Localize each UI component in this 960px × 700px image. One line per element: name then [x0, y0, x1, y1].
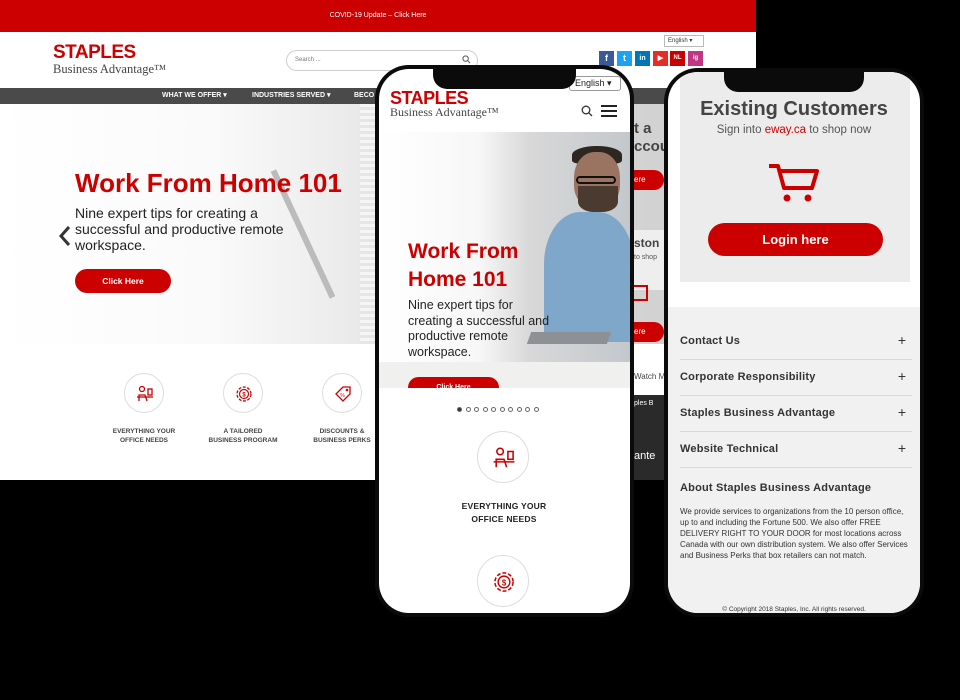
hero-click-here-button[interactable]: Click Here [408, 377, 499, 388]
discount-tag-icon[interactable]: % [322, 373, 362, 413]
covid-banner-link[interactable]: COVID-19 Update – Click Here [0, 0, 756, 32]
mobile-screen: English ▾ STAPLES Business Advantage™ Wo… [379, 69, 630, 613]
accordion-corporate-responsibility[interactable]: Corporate Responsibility + [680, 360, 912, 396]
carousel-dot[interactable] [516, 407, 522, 412]
accordion-label: Contact Us [680, 335, 741, 347]
hero-title: Work From Home 101 [75, 168, 342, 198]
accordion-contact-us[interactable]: Contact Us + [680, 324, 912, 360]
peek-text: t a [634, 120, 652, 137]
mobile-phone-footer: Existing Customers Sign into eway.ca to … [664, 68, 924, 617]
carousel-dot[interactable] [457, 407, 462, 412]
caption-line: OFFICE NEEDS [119, 437, 169, 444]
carousel-prev-icon[interactable] [58, 224, 72, 248]
caption-line: EVERYTHING YOUR [112, 428, 176, 435]
carousel-dot[interactable] [533, 407, 539, 412]
peek-text: ston [634, 236, 660, 250]
language-value: English [575, 78, 605, 88]
carousel-dot[interactable] [491, 407, 496, 412]
about-body: We provide services to organizations fro… [680, 507, 908, 560]
login-here-button[interactable]: Login here [708, 223, 883, 256]
search-placeholder: Search ... [295, 57, 321, 63]
phone-notch [433, 65, 576, 89]
carousel-dot[interactable] [508, 407, 513, 412]
newsletter-icon[interactable]: NL [670, 51, 685, 66]
staples-logo[interactable]: STAPLES [53, 42, 136, 64]
carousel-dot[interactable] [474, 407, 479, 412]
eway-link[interactable]: eway.ca [765, 124, 806, 136]
dollar-gear-icon[interactable]: $ [223, 373, 263, 413]
facebook-icon[interactable]: f [599, 51, 614, 66]
hero-click-here-button[interactable]: Click Here [75, 269, 171, 293]
accordion-label: Website Technical [680, 443, 779, 455]
nav-become[interactable]: BECO [354, 88, 374, 104]
about-heading: About Staples Business Advantage [680, 482, 872, 494]
peek-text: to shop [634, 254, 657, 261]
twitter-icon[interactable]: t [617, 51, 632, 66]
feature-caption-office-needs: EVERYTHING YOUR OFFICE NEEDS [89, 427, 199, 445]
peek-button[interactable]: ere [634, 170, 664, 190]
carousel-dot[interactable] [525, 407, 530, 412]
dollar-gear-icon[interactable]: $ [477, 555, 529, 607]
hero-subtitle: Nine expert tips for creating a successf… [408, 298, 550, 359]
accordion-website-technical[interactable]: Website Technical + [680, 432, 912, 468]
sign-in-prefix: Sign into [716, 124, 765, 136]
search-icon[interactable] [462, 55, 471, 64]
carousel-dots[interactable] [457, 399, 542, 412]
feature-caption-business-program: A TAILORED BUSINESS PROGRAM [188, 427, 298, 445]
language-select[interactable]: English ▾ [569, 76, 621, 91]
plus-icon[interactable]: + [898, 404, 906, 420]
mobile-screen: Existing Customers Sign into eway.ca to … [668, 72, 920, 613]
header: STAPLES Business Advantage™ Search ... E… [0, 32, 756, 88]
plus-icon[interactable]: + [898, 332, 906, 348]
linkedin-icon[interactable]: in [635, 51, 650, 66]
carousel-dot[interactable] [499, 407, 505, 412]
svg-text:$: $ [502, 578, 507, 587]
accordion-label: Staples Business Advantage [680, 407, 836, 419]
business-advantage-logo[interactable]: Business Advantage™ [53, 62, 166, 77]
plus-icon[interactable]: + [898, 440, 906, 456]
language-select[interactable]: English ▾ [664, 35, 704, 47]
business-advantage-logo[interactable]: Business Advantage™ [390, 105, 499, 120]
peek-button[interactable]: ere [634, 322, 664, 342]
language-value: English [668, 38, 688, 44]
peek-cart-icon [634, 285, 648, 301]
mobile-phone-home: English ▾ STAPLES Business Advantage™ Wo… [375, 65, 634, 617]
feature-caption-office-needs: EVERYTHING YOUR OFFICE NEEDS [439, 500, 569, 526]
sign-in-suffix: to shop now [806, 124, 872, 136]
existing-customers-heading: Existing Customers [700, 98, 888, 120]
caption-line: A TAILORED [223, 428, 263, 435]
nav-industries-served[interactable]: INDUSTRIES SERVED ▾ [252, 88, 330, 104]
peek-text: Watch M [634, 372, 666, 381]
copyright: © Copyright 2018 Staples, Inc. All right… [722, 606, 866, 613]
accordion-staples-business-advantage[interactable]: Staples Business Advantage + [680, 396, 912, 432]
instagram-icon[interactable]: ig [688, 51, 703, 66]
search-icon[interactable] [581, 105, 593, 117]
carousel-dot[interactable] [482, 407, 488, 412]
nav-what-we-offer[interactable]: WHAT WE OFFER ▾ [162, 88, 227, 104]
carousel-dot[interactable] [465, 407, 471, 412]
plus-icon[interactable]: + [898, 368, 906, 384]
caption-line: EVERYTHING YOUR [461, 501, 547, 511]
peek-text: ples B [634, 400, 654, 407]
youtube-icon[interactable]: ▶ [653, 51, 668, 66]
sign-in-text: Sign into eway.ca to shop now [668, 124, 920, 136]
hero-subtitle: Nine expert tips for creating a successf… [75, 205, 284, 253]
caption-line: BUSINESS PROGRAM [208, 437, 278, 444]
peek-text: ante [634, 450, 656, 462]
svg-text:%: % [340, 393, 345, 399]
hamburger-menu-icon[interactable] [601, 105, 617, 117]
caption-line: OFFICE NEEDS [471, 514, 537, 524]
phone-notch [724, 68, 864, 92]
shopping-cart-icon [769, 164, 819, 202]
hero-title: Work From Home 101 [408, 240, 519, 291]
office-desk-icon[interactable] [477, 431, 529, 483]
hero-banner: Work From Home 101 Nine expert tips for … [379, 132, 630, 388]
accordion-label: Corporate Responsibility [680, 371, 816, 383]
office-desk-icon[interactable] [124, 373, 164, 413]
